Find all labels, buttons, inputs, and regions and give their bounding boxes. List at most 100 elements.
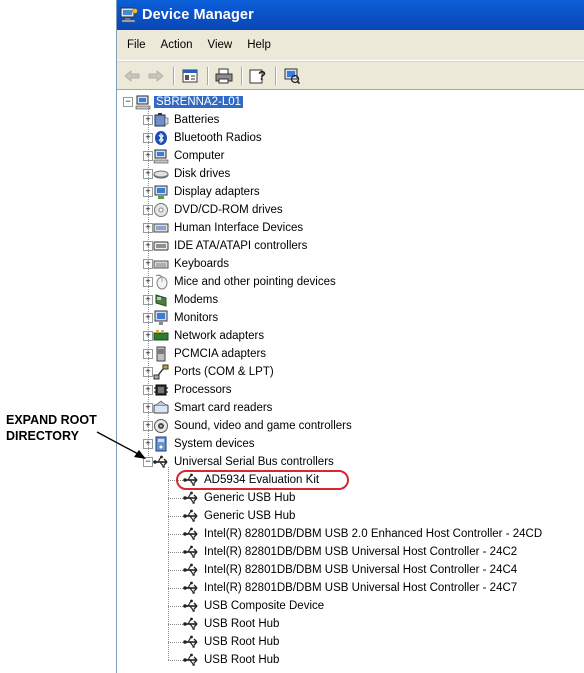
usb-icon (153, 455, 168, 468)
tree-usb-device[interactable]: Intel(R) 82801DB/DBM USB 2.0 Enhanced Ho… (183, 525, 544, 543)
back-arrow-icon (124, 69, 140, 82)
forward-arrow-icon (148, 69, 164, 82)
tree-category-dvd-cd-rom-drives-label: DVD/CD-ROM drives (174, 204, 283, 216)
scan-hardware-button[interactable] (281, 66, 303, 86)
svg-text:?: ? (258, 68, 266, 83)
tree-usb-device[interactable]: Generic USB Hub (183, 507, 297, 525)
monitor-icon (154, 310, 168, 325)
tree-category-display-adapters-label: Display adapters (174, 186, 260, 198)
tree-usb-device[interactable]: Intel(R) 82801DB/DBM USB Universal Host … (183, 543, 519, 561)
tree-category-computer[interactable]: Computer (153, 147, 227, 165)
tree-usb-device-label: USB Root Hub (204, 618, 280, 630)
usb-icon (183, 635, 198, 648)
tree-category-dvd-cd-rom-drives[interactable]: DVD/CD-ROM drives (153, 201, 285, 219)
hid-icon (153, 223, 169, 233)
tree-category-universal-serial-bus-controllers-label: Universal Serial Bus controllers (174, 456, 334, 468)
tree-category-keyboards[interactable]: Keyboards (153, 255, 231, 273)
tree-category-universal-serial-bus-controllers[interactable]: Universal Serial Bus controllers (153, 453, 336, 471)
usb-icon (183, 563, 198, 576)
tree-category-monitors-label: Monitors (174, 312, 219, 324)
title-bar[interactable]: Device Manager (117, 0, 584, 30)
tree-category-smart-card-readers-label: Smart card readers (174, 402, 273, 414)
network-adapter-icon (153, 330, 169, 341)
tree-usb-device[interactable]: USB Root Hub (183, 633, 281, 651)
help-button[interactable]: ? (247, 66, 269, 86)
tree-category-pcmcia-adapters[interactable]: PCMCIA adapters (153, 345, 268, 363)
tree-category-ports-com-lpt[interactable]: Ports (COM & LPT) (153, 363, 276, 381)
device-manager-icon (120, 7, 138, 23)
tree-category-processors[interactable]: Processors (153, 381, 234, 399)
usb-icon (183, 491, 198, 504)
mouse-icon (155, 274, 168, 290)
tree-connector-line (168, 624, 183, 625)
tree-category-smart-card-readers[interactable]: Smart card readers (153, 399, 274, 417)
menu-view[interactable]: View (208, 39, 233, 51)
sound-icon (154, 419, 168, 433)
properties-button[interactable] (179, 66, 201, 86)
port-icon (153, 364, 169, 380)
forward-button[interactable] (145, 66, 167, 86)
window-title: Device Manager (142, 7, 254, 23)
tree-category-bluetooth-radios[interactable]: Bluetooth Radios (153, 129, 264, 147)
tree-category-batteries[interactable]: Batteries (153, 111, 221, 129)
tree-category-human-interface-devices[interactable]: Human Interface Devices (153, 219, 305, 237)
tree-usb-device-label: USB Root Hub (204, 654, 280, 666)
tree-category-system-devices[interactable]: System devices (153, 435, 257, 453)
toolbar: ? (117, 61, 584, 90)
usb-icon (183, 599, 198, 612)
tree-usb-device-label: Intel(R) 82801DB/DBM USB Universal Host … (204, 546, 518, 558)
toolbar-separator (173, 66, 175, 85)
tree-usb-device-label: Intel(R) 82801DB/DBM USB 2.0 Enhanced Ho… (204, 528, 543, 540)
tree-category-disk-drives[interactable]: Disk drives (153, 165, 232, 183)
tree-category-ide-ata-atapi-controllers[interactable]: IDE ATA/ATAPI controllers (153, 237, 309, 255)
tree-root-label: SBRENNA2-L01 (154, 96, 244, 108)
tree-connector-line (168, 552, 183, 553)
tree-usb-device[interactable]: Generic USB Hub (183, 489, 297, 507)
print-icon (215, 68, 233, 83)
tree-connector-line (168, 534, 183, 535)
tree-connector-line (168, 498, 183, 499)
tree-root[interactable]: SBRENNA2-L01 (135, 93, 244, 111)
processor-icon (154, 384, 168, 396)
usb-icon (183, 545, 198, 558)
tree-usb-device[interactable]: Intel(R) 82801DB/DBM USB Universal Host … (183, 579, 519, 597)
properties-icon (182, 69, 198, 82)
device-manager-window: Device Manager File Action View Help ? −… (116, 0, 584, 673)
tree-category-network-adapters[interactable]: Network adapters (153, 327, 266, 345)
tree-category-sound-video-and-game-controllers[interactable]: Sound, video and game controllers (153, 417, 354, 435)
tree-connector-line (148, 107, 149, 458)
annotation-arrow (96, 431, 146, 459)
tree-category-computer-label: Computer (174, 150, 225, 162)
smart-card-icon (153, 400, 169, 414)
tree-usb-device[interactable]: USB Root Hub (183, 615, 281, 633)
tree-category-pcmcia-adapters-label: PCMCIA adapters (174, 348, 267, 360)
usb-icon (183, 581, 198, 594)
tree-usb-device-label: USB Root Hub (204, 636, 280, 648)
tree-category-mice-and-other-pointing-devices[interactable]: Mice and other pointing devices (153, 273, 338, 291)
back-button[interactable] (121, 66, 143, 86)
tree-category-display-adapters[interactable]: Display adapters (153, 183, 262, 201)
tree-category-keyboards-label: Keyboards (174, 258, 229, 270)
tree-category-bluetooth-radios-label: Bluetooth Radios (174, 132, 262, 144)
menu-action[interactable]: Action (161, 39, 193, 51)
menu-help[interactable]: Help (247, 39, 271, 51)
tree-usb-device[interactable]: Intel(R) 82801DB/DBM USB Universal Host … (183, 561, 519, 579)
annotation-line-2: DIRECTORY (6, 429, 79, 443)
tree-category-batteries-label: Batteries (174, 114, 220, 126)
tree-category-ports-com-lpt-label: Ports (COM & LPT) (174, 366, 274, 378)
display-adapter-icon (154, 185, 168, 199)
tree-usb-device[interactable]: USB Composite Device (183, 597, 326, 615)
expander-root[interactable]: − (123, 97, 133, 107)
tree-category-monitors[interactable]: Monitors (153, 309, 220, 327)
usb-icon (183, 653, 198, 666)
tree-category-modems[interactable]: Modems (153, 291, 220, 309)
print-button[interactable] (213, 66, 235, 86)
battery-icon (154, 113, 169, 127)
tree-usb-device-label: Generic USB Hub (204, 492, 296, 504)
tree-category-human-interface-devices-label: Human Interface Devices (174, 222, 304, 234)
menu-file[interactable]: File (127, 39, 146, 51)
tree-connector-line (168, 660, 183, 661)
device-tree[interactable]: − SBRENNA2-L01 + Batteries + Bluetooth Radios… (117, 90, 584, 673)
tree-usb-device[interactable]: USB Root Hub (183, 651, 281, 669)
tree-connector-line (168, 570, 183, 571)
